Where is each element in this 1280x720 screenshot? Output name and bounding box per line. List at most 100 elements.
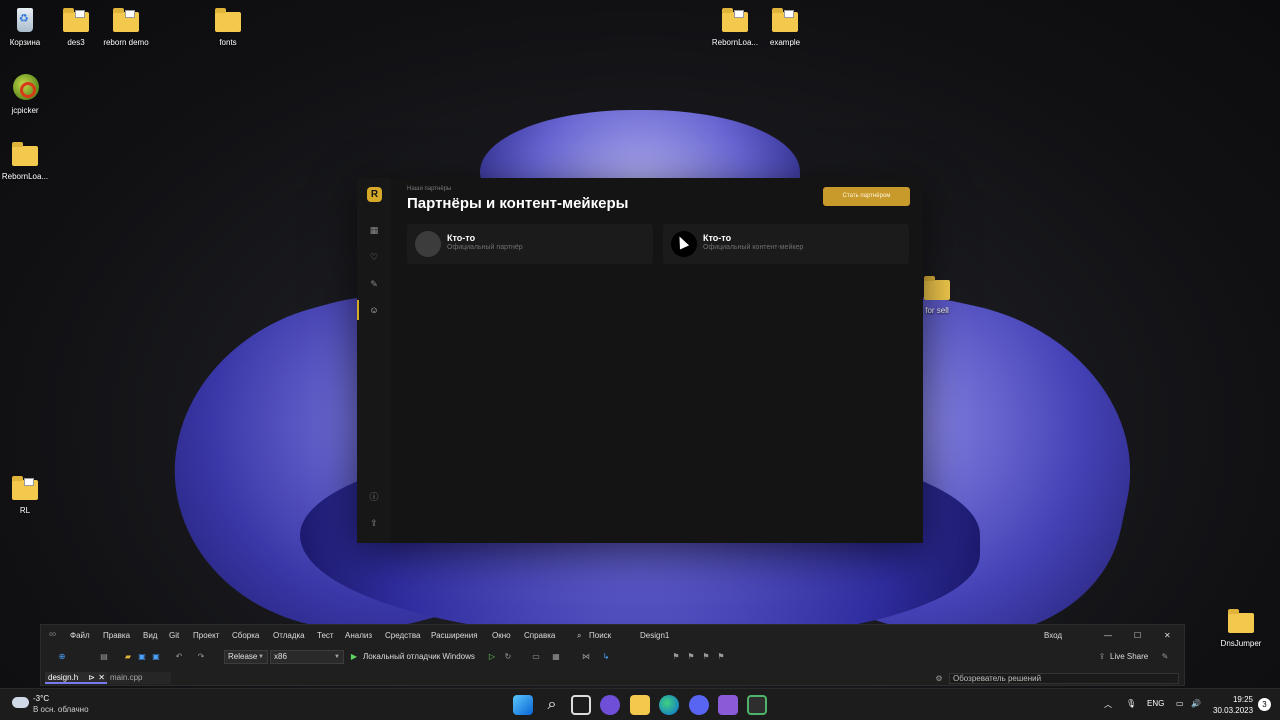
info-icon[interactable]: ⓘ (368, 491, 380, 503)
minimize-icon[interactable]: — (1104, 631, 1112, 640)
menu-git[interactable]: Git (169, 631, 179, 640)
play-icon[interactable]: ▶ (349, 652, 359, 662)
pin-icon[interactable]: ⊳ (88, 672, 95, 684)
folder-icon (1228, 609, 1254, 633)
menu-edit[interactable]: Правка (103, 631, 130, 640)
grid-icon[interactable]: ▦ (368, 224, 380, 236)
partner-card[interactable]: Кто-то Официальный контент-мейкер (663, 224, 909, 264)
configuration-select[interactable]: Release ▼ (224, 650, 268, 664)
platform-select[interactable]: x86 ▼ (270, 650, 344, 664)
menu-window[interactable]: Окно (492, 631, 511, 640)
notification-badge[interactable]: 3 (1258, 698, 1271, 711)
partner-role: Официальный контент-мейкер (703, 244, 804, 251)
edge-browser-icon[interactable] (659, 695, 679, 715)
redo-icon[interactable]: ↷ (196, 652, 206, 662)
signin-link[interactable]: Вход (1044, 631, 1062, 640)
menu-analyze[interactable]: Анализ (345, 631, 372, 640)
search-icon[interactable]: ⌕ (577, 631, 581, 641)
desktop-icon-reborn-demo[interactable]: reborn demo (96, 6, 156, 47)
menu-project[interactable]: Проект (193, 631, 219, 640)
search-icon[interactable]: ⌕ (542, 695, 562, 715)
folder-icon (113, 8, 139, 32)
menu-extensions[interactable]: Расширения (431, 631, 478, 640)
live-share-icon[interactable]: ⇪ (1097, 652, 1107, 662)
clock[interactable]: 19:25 30.03.2023 (1213, 694, 1253, 716)
desktop-icon-dnsjumper[interactable]: DnsJumper (1211, 607, 1271, 648)
task-view-icon[interactable] (571, 695, 591, 715)
partners-app-window: R ▦ ♡ ✎ ☺ ⓘ ⇪ Наши партнёры Партнёры и к… (357, 178, 923, 543)
tab-design-h[interactable]: design.h ⊳ ✕ (45, 672, 107, 684)
open-icon[interactable]: ▰ (123, 652, 133, 662)
menu-tools[interactable]: Средства (385, 631, 420, 640)
desktop-icon-rebornloader-2[interactable]: RebornLoa... (0, 140, 55, 181)
new-project-icon[interactable]: ▤ (99, 652, 109, 662)
folder-icon[interactable]: ▭ (531, 652, 541, 662)
debugger-button[interactable]: Локальный отладчик Windows (363, 652, 475, 661)
solution-explorer-header[interactable]: Обозреватель решений (949, 673, 1179, 684)
language-indicator[interactable]: ENG (1147, 699, 1164, 708)
volume-icon[interactable]: 🔊 (1191, 699, 1201, 708)
menu-debug[interactable]: Отладка (273, 631, 305, 640)
chevron-up-icon[interactable]: ︿ (1104, 699, 1112, 710)
save-all-icon[interactable]: ▣ (151, 652, 161, 662)
settings-icon[interactable]: ⚙ (934, 674, 944, 684)
desktop-icon-fonts[interactable]: fonts (198, 6, 258, 47)
step-icon[interactable]: ↳ (601, 652, 611, 662)
bookmark-icon[interactable]: ⚑ (671, 652, 681, 662)
recycle-bin-icon (17, 8, 33, 32)
network-icon[interactable]: ▭ (1176, 699, 1184, 708)
breadcrumb: Наши партнёры (407, 186, 452, 192)
menu-test[interactable]: Тест (317, 631, 334, 640)
folder-icon (63, 8, 89, 32)
user-icon[interactable]: ☺ (368, 304, 380, 316)
document-tabs: design.h ⊳ ✕ main.cpp ⚙ Обозреватель реш… (41, 670, 1184, 686)
feedback-icon[interactable]: ✎ (1160, 652, 1170, 662)
upload-icon[interactable]: ⇪ (368, 517, 380, 529)
page-title: Партнёры и контент-мейкеры (407, 195, 629, 212)
start-without-debug-icon[interactable]: ▷ (487, 652, 497, 662)
undo-icon[interactable]: ↶ (174, 652, 184, 662)
chevron-down-icon: ▼ (334, 654, 340, 660)
close-tab-icon[interactable]: ✕ (98, 672, 105, 684)
save-icon[interactable]: ▣ (137, 652, 147, 662)
microphone-icon[interactable]: 🎙 (1126, 699, 1136, 708)
refresh-icon[interactable]: ↻ (503, 652, 513, 662)
chevron-down-icon: ▼ (258, 654, 264, 660)
close-icon[interactable]: ✕ (1164, 631, 1171, 640)
windows-start-icon[interactable] (513, 695, 533, 715)
live-share-button[interactable]: Live Share (1110, 652, 1148, 661)
desktop-icon-jcpicker[interactable]: jcpicker (0, 74, 55, 115)
folder-icon (722, 8, 748, 32)
bookmark-next-icon[interactable]: ⚑ (686, 652, 696, 662)
discord-icon[interactable] (689, 695, 709, 715)
visual-studio-window: ∞ Файл Правка Вид Git Проект Сборка Отла… (40, 624, 1185, 686)
platform-value: x86 (274, 652, 287, 661)
search-button[interactable]: Поиск (589, 631, 611, 640)
menu-build[interactable]: Сборка (232, 631, 259, 640)
file-explorer-icon[interactable] (630, 695, 650, 715)
menu-view[interactable]: Вид (143, 631, 157, 640)
menu-file[interactable]: Файл (70, 631, 90, 640)
diff-icon[interactable]: ⋈ (581, 652, 591, 662)
visual-studio-icon[interactable] (718, 695, 738, 715)
menu-help[interactable]: Справка (524, 631, 555, 640)
bookmark-prev-icon[interactable]: ⚑ (701, 652, 711, 662)
maximize-icon[interactable]: ☐ (1134, 631, 1141, 640)
menu-bar: ∞ Файл Правка Вид Git Проект Сборка Отла… (41, 625, 1184, 646)
cloud-icon (12, 697, 29, 708)
solution-name: Design1 (640, 631, 670, 640)
thumbs-up-icon[interactable]: ♡ (368, 251, 380, 263)
teams-chat-icon[interactable] (600, 695, 620, 715)
become-partner-button[interactable]: Стать партнёром (823, 187, 910, 206)
back-icon[interactable]: ⊕ (57, 652, 67, 662)
app-window-icon[interactable] (747, 695, 767, 715)
edit-icon[interactable]: ✎ (368, 278, 380, 290)
desktop-icon-example[interactable]: example (755, 6, 815, 47)
partner-card[interactable]: Кто-то Официальный партнёр (407, 224, 653, 264)
layout-icon[interactable]: ▦ (551, 652, 561, 662)
tab-main-cpp[interactable]: main.cpp (107, 672, 171, 684)
folder-icon (12, 142, 38, 166)
configuration-value: Release (228, 652, 258, 661)
bookmark-clear-icon[interactable]: ⚑ (716, 652, 726, 662)
desktop-icon-rl[interactable]: RL (0, 474, 55, 515)
